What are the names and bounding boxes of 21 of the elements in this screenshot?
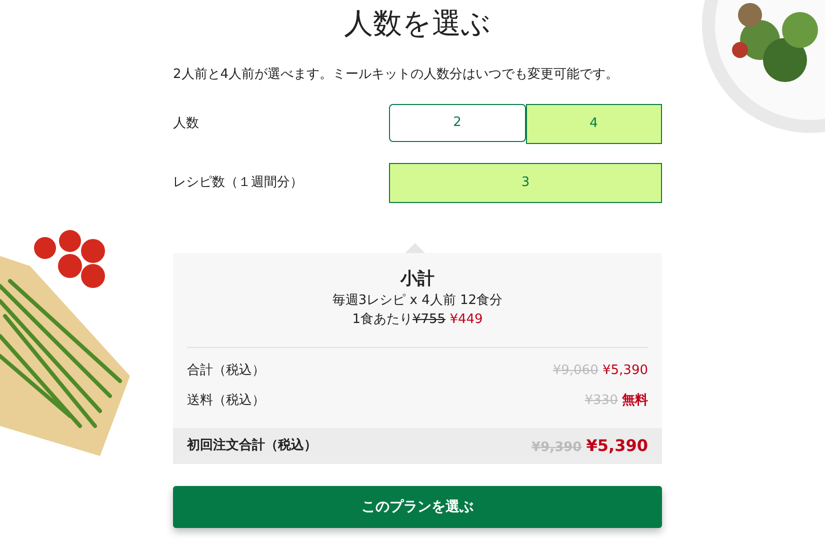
new-price: ¥449	[450, 312, 483, 327]
old-price: ¥330	[584, 393, 618, 408]
old-price: ¥9,060	[552, 363, 598, 378]
option-label: 人数	[173, 114, 200, 133]
select-plan-button[interactable]: このプランを選ぶ	[173, 486, 662, 528]
choice-button[interactable]: 3	[389, 162, 662, 202]
choice-button[interactable]: 4	[526, 104, 662, 144]
plan-text: 毎週3レシピ x 4人前 12食分	[331, 292, 504, 310]
per-meal-label: 1食あたり	[352, 312, 412, 327]
description-text: 2人前と4人前が選べます。ミールキットの人数分はいつでも変更可能です。	[173, 66, 620, 84]
total-label: 初回注文合計（税込）	[187, 436, 317, 456]
option-label: レシピ数（１週間分）	[173, 174, 304, 192]
row-label: 合計（税込）	[187, 362, 265, 380]
summary-title: 小計	[399, 268, 436, 291]
total-price: ¥5,390	[586, 436, 648, 455]
new-price: ¥5,390	[602, 363, 648, 378]
row-label: 送料（税込）	[187, 392, 265, 410]
new-price: 無料	[622, 393, 648, 408]
old-price: ¥755	[412, 312, 446, 327]
choice-button[interactable]: 2	[389, 104, 526, 142]
page-title: 人数を選ぶ	[343, 5, 492, 42]
